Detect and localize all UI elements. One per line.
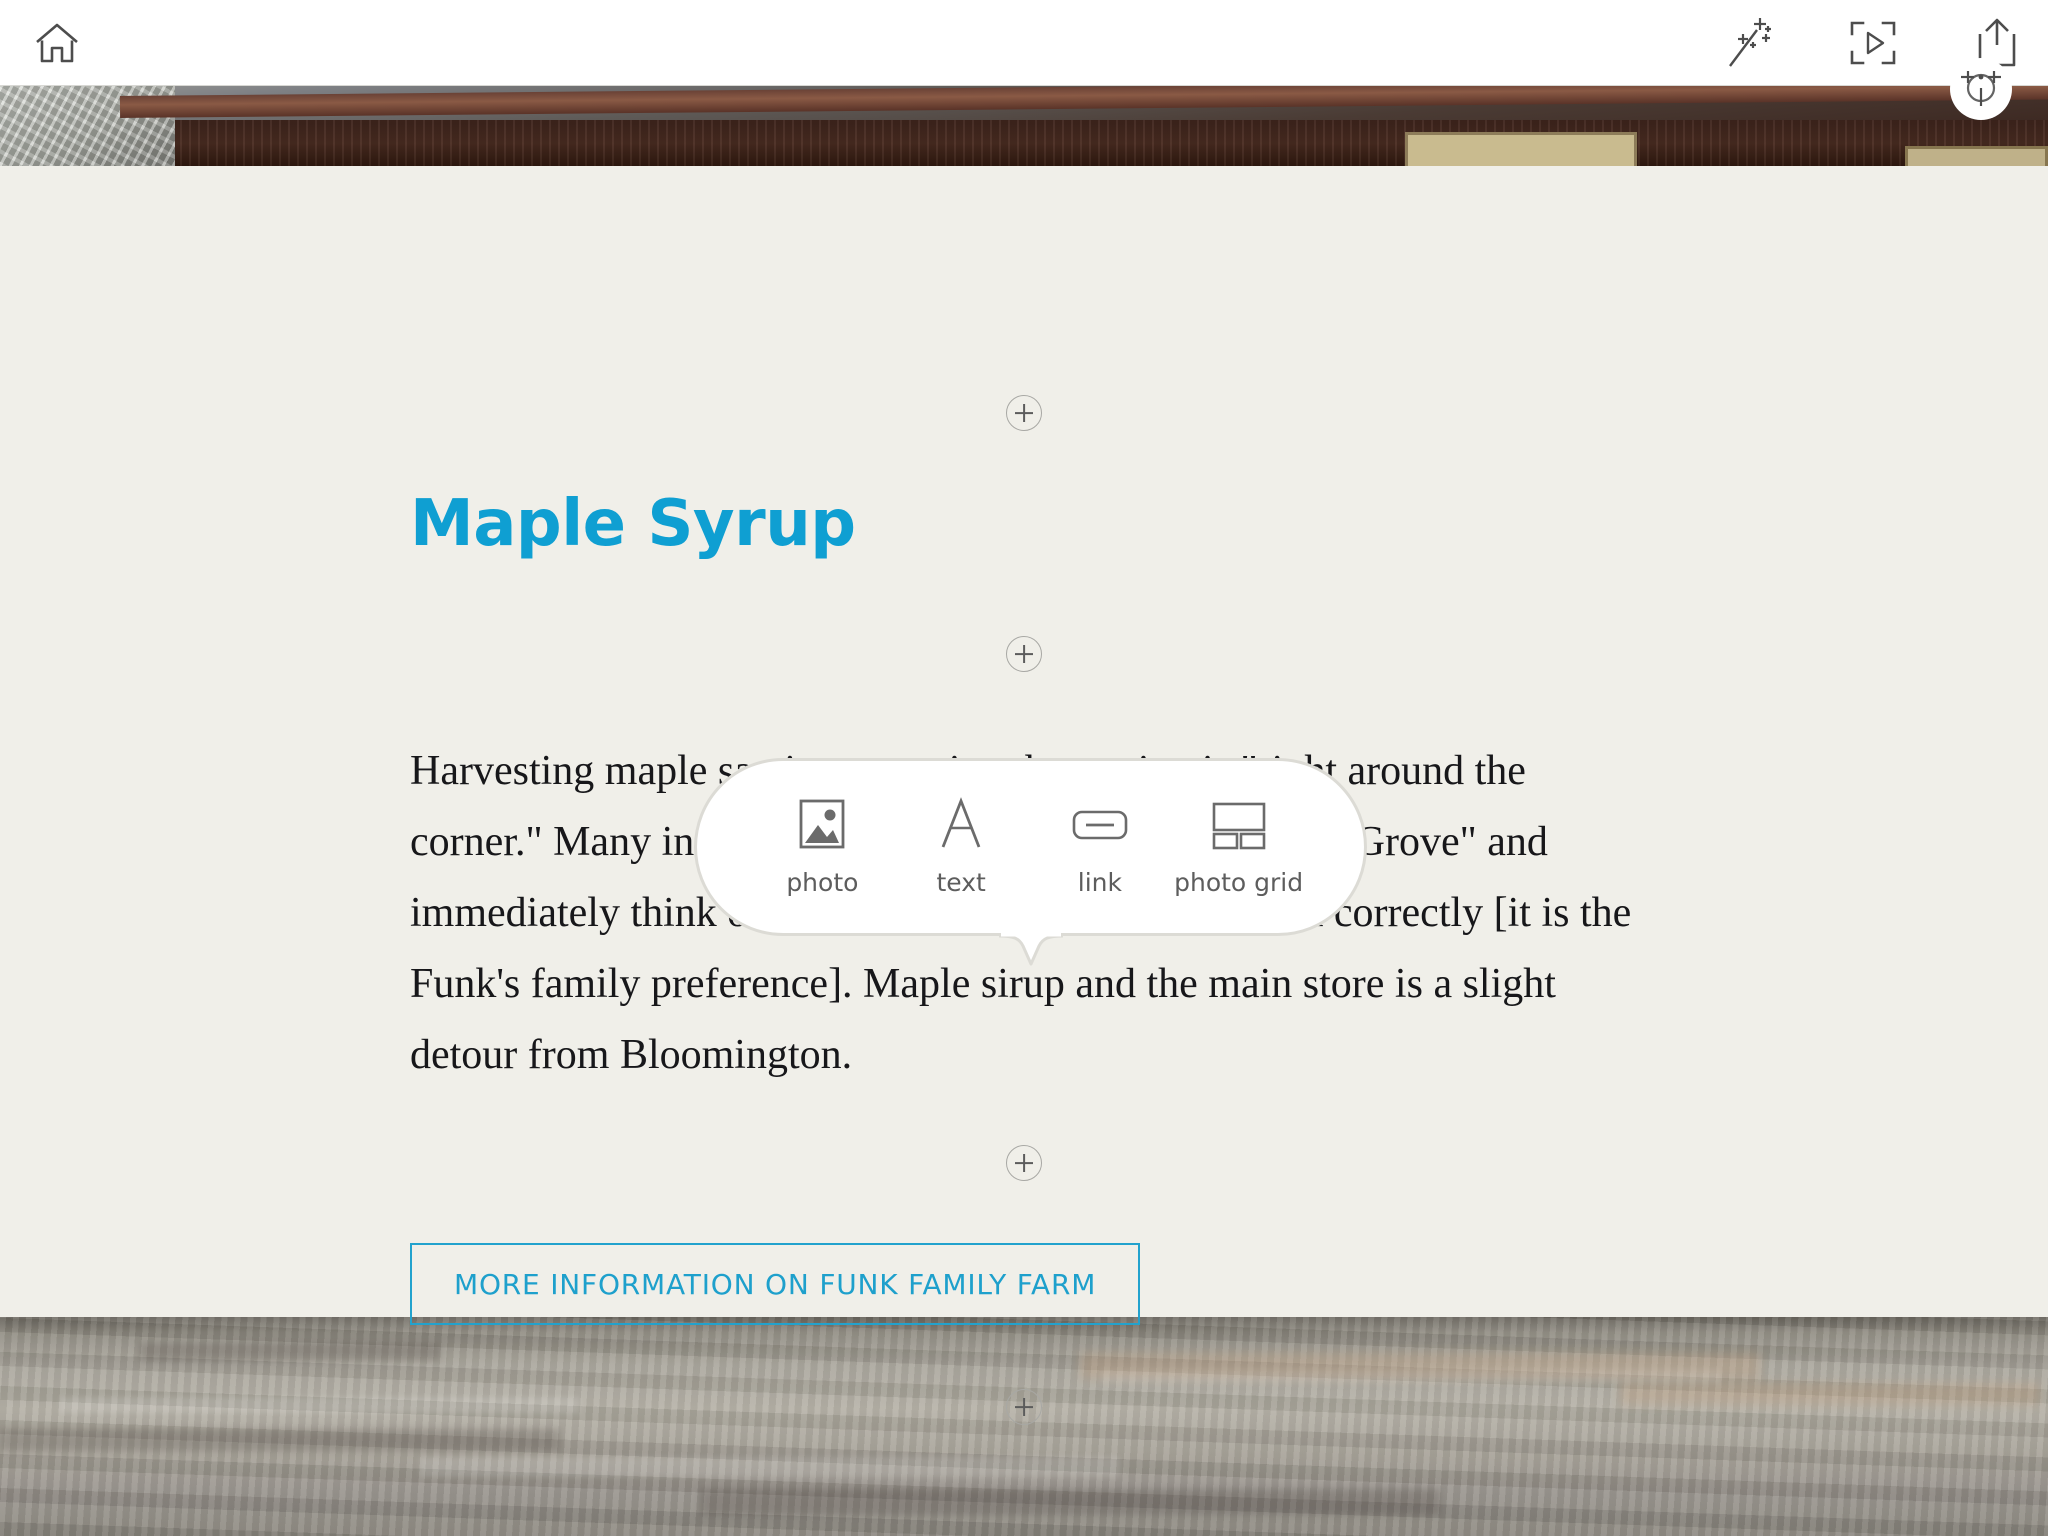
popover-item-text[interactable]: text	[901, 791, 1021, 897]
popover-item-link[interactable]: link	[1040, 791, 1160, 897]
ground-streak	[420, 1457, 1120, 1477]
popover-item-photo-grid[interactable]: photo grid	[1174, 791, 1303, 897]
focal-point-button[interactable]	[1950, 58, 2012, 120]
insert-row-below-title	[0, 636, 2048, 672]
cta-link-button[interactable]: MORE INFORMATION ON FUNK FAMILY FARM	[410, 1243, 1141, 1325]
magic-wand-icon	[1722, 14, 1776, 72]
themes-button[interactable]	[1718, 12, 1780, 74]
barn-window-panel-right	[1905, 146, 2048, 166]
spark-page-editor: Maple Syrup Harvesting maple sap is a su…	[0, 0, 2048, 1536]
insert-above-title-button[interactable]	[1006, 395, 1042, 431]
top-toolbar	[0, 0, 2048, 86]
barn-window-panel	[1405, 132, 1637, 166]
bottom-photo[interactable]	[0, 1317, 2048, 1536]
home-icon	[34, 21, 80, 65]
ground-shadow	[140, 1343, 440, 1361]
popover-item-photo[interactable]: photo	[762, 791, 882, 897]
ground-dry-grass	[1080, 1353, 1760, 1379]
page-title[interactable]: Maple Syrup	[410, 492, 856, 556]
hero-photo[interactable]	[0, 86, 2048, 166]
barn-siding	[0, 116, 2048, 166]
popover-item-label: link	[1077, 868, 1122, 897]
insert-row-bottom	[0, 1389, 2048, 1425]
link-button-icon	[1069, 791, 1131, 857]
insert-active-button[interactable]	[1006, 1145, 1042, 1181]
popover-item-label: photo grid	[1174, 868, 1304, 897]
text-letter-a-icon	[932, 791, 990, 857]
ground-shadow	[0, 1429, 560, 1451]
insert-block-popover: photo text link photo grid	[694, 758, 1367, 966]
insert-below-title-button[interactable]	[1006, 636, 1042, 672]
popover-tail	[998, 931, 1063, 984]
insert-bottom-button[interactable]	[1006, 1389, 1042, 1425]
ground-shadow	[700, 1489, 1440, 1515]
photo-grid-icon	[1208, 791, 1270, 857]
hero-photo-image	[0, 86, 2048, 166]
insert-row-active	[0, 1145, 2048, 1181]
home-button[interactable]	[26, 12, 88, 74]
toolbar-left-group	[26, 0, 88, 86]
page-content-section: Maple Syrup Harvesting maple sap is a su…	[0, 166, 2048, 1425]
focal-point-crosshair-icon	[1959, 66, 2003, 113]
popover-item-label: photo	[786, 868, 859, 897]
preview-button[interactable]	[1842, 12, 1904, 74]
popover-item-label: text	[936, 868, 986, 897]
insert-row-top	[0, 395, 2048, 431]
photo-icon	[793, 791, 851, 857]
preview-play-icon	[1849, 20, 1897, 66]
